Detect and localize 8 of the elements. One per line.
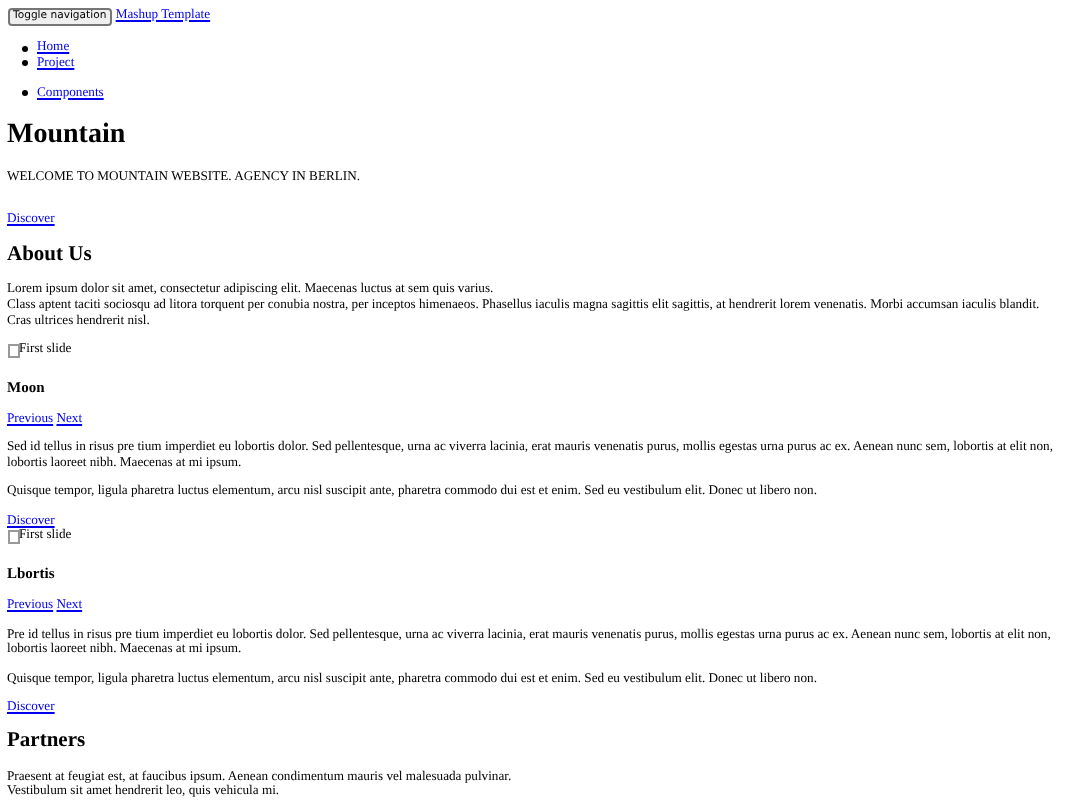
bullet-icon xyxy=(21,90,27,97)
bullet-icon xyxy=(21,60,27,67)
broken-image-icon xyxy=(7,529,19,544)
broken-image-icon xyxy=(7,343,19,358)
hero-title: Mountain xyxy=(7,120,128,153)
section-title: About Us xyxy=(7,243,94,268)
section-title: Partners xyxy=(7,730,88,755)
bullet-icon xyxy=(21,45,27,52)
